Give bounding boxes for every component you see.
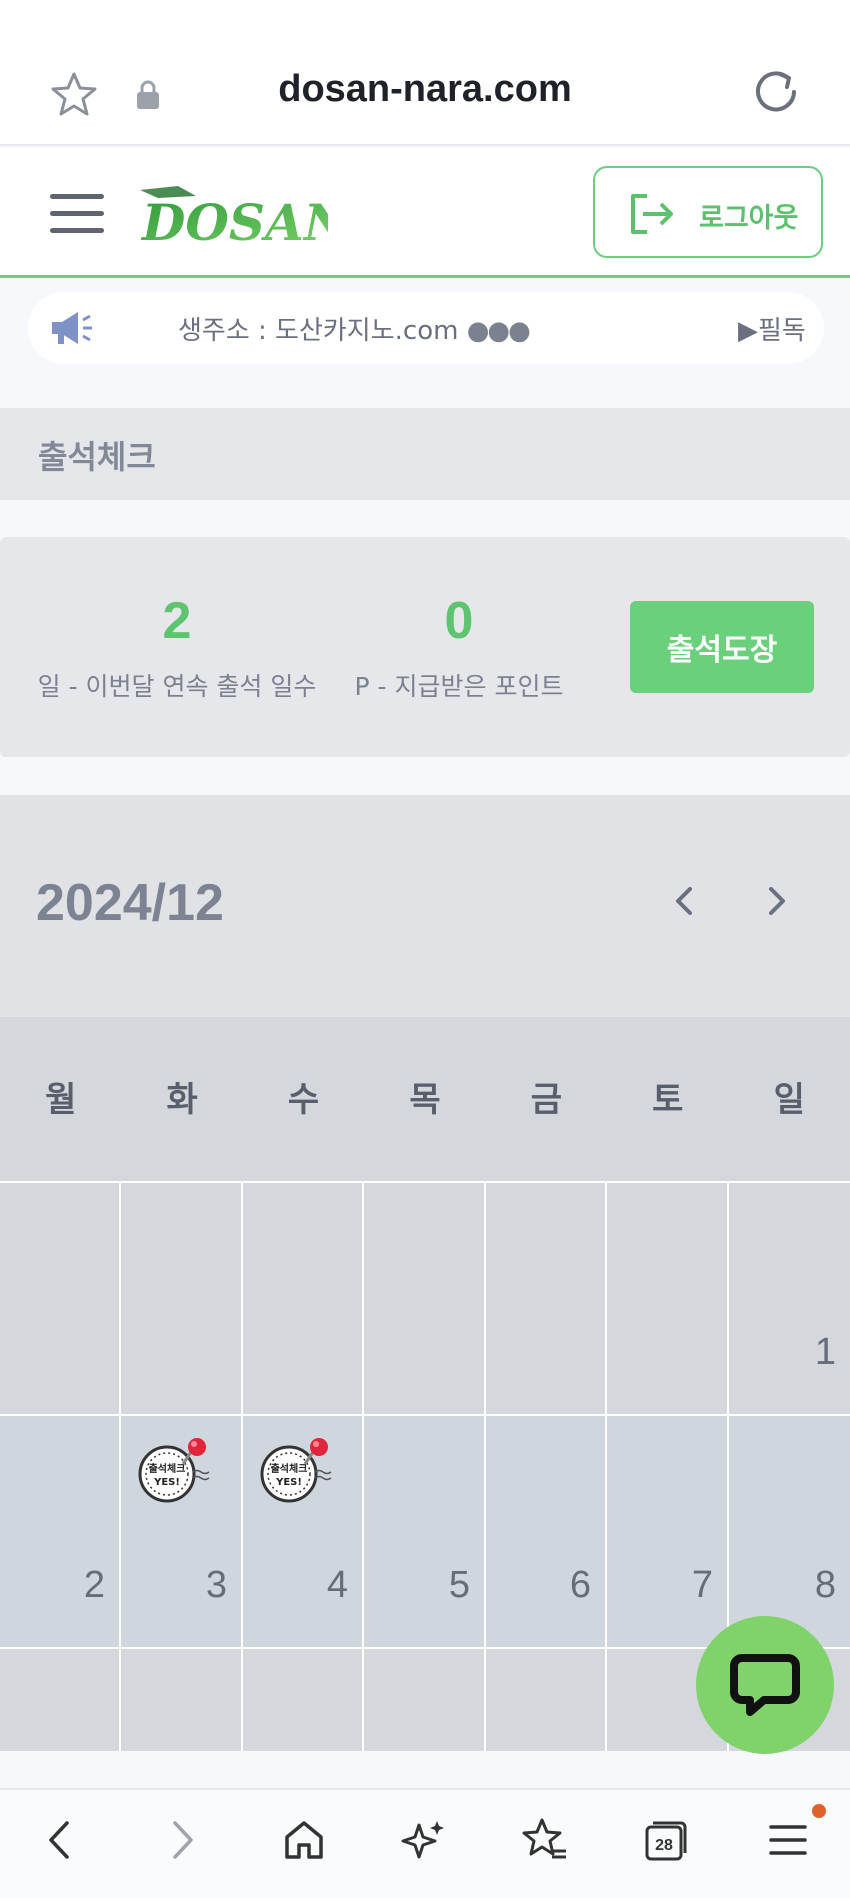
consecutive-days-stat: 2 일 - 이번달 연속 출석 일수 [36, 591, 318, 703]
ticker-text[interactable]: 생주소 : 도산카지노.com ●●● [178, 310, 531, 347]
weekday-wed: 수 [287, 1080, 320, 1120]
calendar-day-cell[interactable] [121, 1649, 243, 1751]
calendar-day-cell [121, 1183, 243, 1416]
calendar-day-cell [486, 1183, 607, 1416]
chat-bubble-icon [730, 1654, 800, 1716]
svg-text:출석체크: 출석체크 [149, 1462, 186, 1475]
calendar-day-cell[interactable] [243, 1649, 364, 1751]
calendar-day-cell [607, 1183, 729, 1416]
megaphone-icon [52, 312, 92, 344]
notification-badge [812, 1804, 826, 1818]
dosan-logo[interactable]: DOSAN [138, 176, 328, 256]
logout-icon [631, 194, 673, 234]
logout-button[interactable]: 로그아웃 [593, 166, 823, 258]
notice-ticker: 생주소 : 도산카지노.com ●●● ▶필독 [28, 292, 824, 364]
attendance-section-header: 출석체크 [0, 408, 850, 500]
svg-text:28: 28 [655, 1837, 673, 1854]
home-button[interactable] [274, 1810, 334, 1870]
live-chat-button[interactable] [696, 1616, 834, 1754]
prev-month-chevron-icon[interactable] [664, 881, 704, 921]
browser-bottom-nav: 28 [0, 1788, 850, 1898]
calendar-day-cell[interactable]: 5 [364, 1416, 486, 1649]
consecutive-days-label: 일 - 이번달 연속 출석 일수 [37, 672, 317, 701]
tabs-button[interactable]: 28 [636, 1810, 696, 1870]
sparkle-icon [401, 1821, 444, 1859]
calendar-day-cell [243, 1183, 364, 1416]
calendar-header: 2024/12 [0, 795, 850, 1017]
calendar-day-cell[interactable]: 2 [0, 1416, 121, 1649]
calendar-day-cell[interactable] [486, 1649, 607, 1751]
forward-arrow-icon [173, 1821, 193, 1859]
attendance-stamp-icon: 출석체크 YES! [138, 1438, 210, 1503]
calendar-month-label: 2024/12 [36, 874, 224, 932]
forward-button[interactable] [152, 1810, 212, 1870]
menu-icon [769, 1825, 807, 1855]
page-title: 출석체크 [38, 438, 156, 476]
calendar-day-cell[interactable]: 7 [607, 1416, 729, 1649]
url-domain[interactable]: dosan-nara.com [0, 68, 850, 111]
calendar-day-cell-stamped[interactable]: 출석체크 YES! 4 [243, 1416, 364, 1649]
back-arrow-icon [49, 1821, 69, 1859]
calendar-day-cell[interactable]: 6 [486, 1416, 607, 1649]
weekday-mon: 월 [45, 1080, 77, 1120]
attendance-stamp-button[interactable]: 출석도장 [630, 601, 814, 693]
bookmarks-star-icon [522, 1818, 566, 1859]
weekday-fri: 금 [530, 1080, 563, 1120]
ticker-notice-link[interactable]: ▶필독 [738, 310, 806, 347]
menu-hamburger-icon[interactable] [50, 194, 104, 234]
attendance-stats: 2 일 - 이번달 연속 출석 일수 0 P - 지급받은 포인트 출석도장 [0, 537, 850, 757]
points-label: P - 지급받은 포인트 [354, 672, 564, 701]
bookmarks-button[interactable] [515, 1810, 575, 1870]
weekday-thu: 목 [409, 1080, 441, 1120]
points-value: 0 [444, 592, 474, 650]
svg-text:YES!: YES! [275, 1477, 302, 1488]
weekday-tue: 화 [166, 1080, 198, 1120]
calendar-day-cell [364, 1183, 486, 1416]
weekday-row: 월 화 수 목 금 토 일 [0, 1017, 850, 1183]
points-stat: 0 P - 지급받은 포인트 [352, 591, 566, 703]
weekday-sat: 토 [652, 1080, 684, 1120]
home-icon [285, 1821, 323, 1859]
calendar-day-cell[interactable]: 8 [729, 1416, 850, 1649]
weekday-sun: 일 [773, 1080, 805, 1120]
attendance-stamp-icon: 출석체크 YES! [260, 1438, 332, 1503]
calendar-day-cell-stamped[interactable]: 출석체크 YES! 3 [121, 1416, 243, 1649]
tabs-icon: 28 [645, 1821, 687, 1861]
browser-url-bar: dosan-nara.com [0, 0, 850, 146]
menu-button[interactable] [758, 1810, 818, 1870]
calendar-day-cell[interactable] [0, 1649, 121, 1751]
logout-label: 로그아웃 [699, 203, 799, 234]
svg-text:YES!: YES! [153, 1477, 180, 1488]
back-button[interactable] [30, 1810, 90, 1870]
reload-icon[interactable] [752, 68, 800, 116]
calendar-day-cell [0, 1183, 121, 1416]
site-header: DOSAN 로그아웃 [0, 148, 850, 278]
consecutive-days-value: 2 [162, 592, 192, 650]
calendar-day-cell[interactable] [364, 1649, 486, 1751]
calendar-day-cell[interactable]: 1 [729, 1183, 850, 1416]
next-month-chevron-icon[interactable] [757, 881, 797, 921]
svg-text:출석체크: 출석체크 [271, 1462, 308, 1475]
svg-text:DOSAN: DOSAN [140, 193, 328, 252]
ai-assistant-button[interactable] [394, 1810, 454, 1870]
